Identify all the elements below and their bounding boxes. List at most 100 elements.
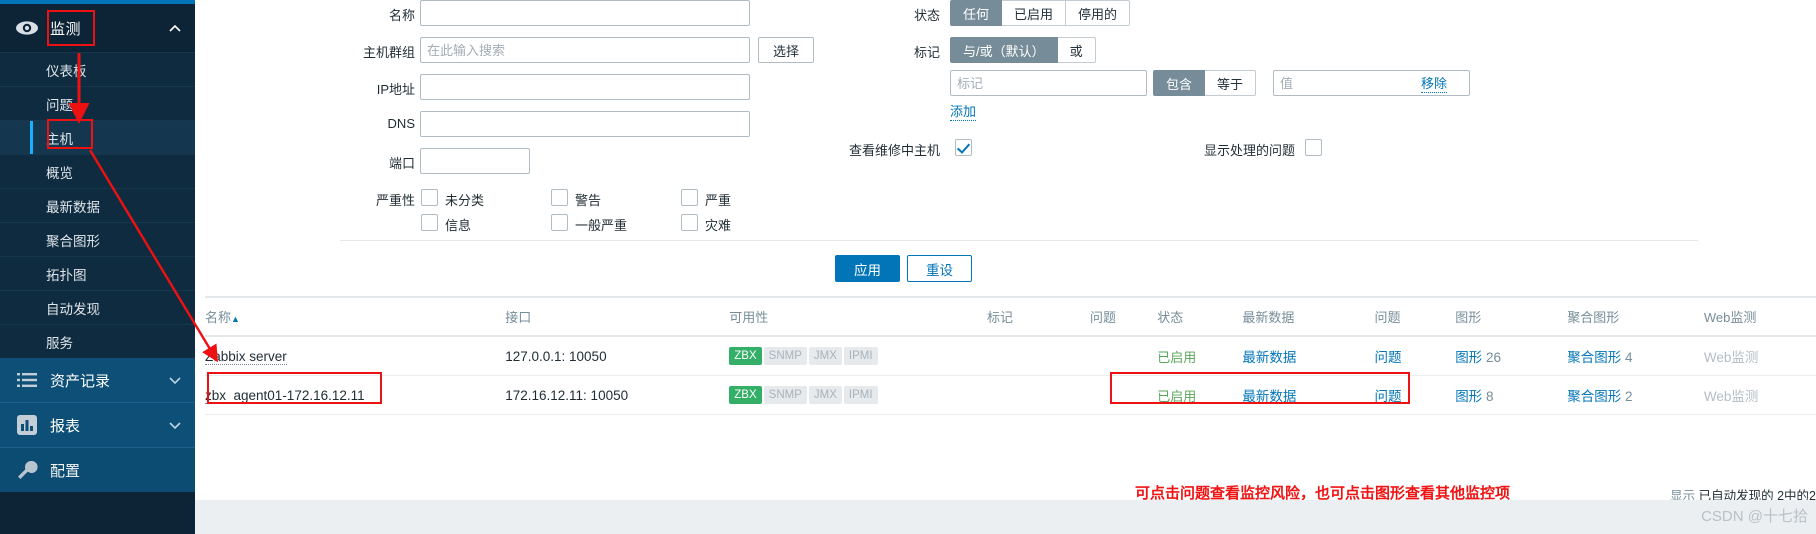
apply-button[interactable]: 应用 <box>835 255 900 282</box>
status-option-enabled[interactable]: 已启用 <box>1002 0 1067 26</box>
col-header-interface[interactable]: 接口 <box>505 296 730 337</box>
screens-link[interactable]: 聚合图形 <box>1567 389 1621 404</box>
col-header-latest-data: 最新数据 <box>1242 296 1375 337</box>
avail-tag-zbx: ZBX <box>729 347 762 365</box>
host-status: 已启用 <box>1157 388 1197 404</box>
graphs-count: 26 <box>1485 350 1501 365</box>
footer-bar <box>195 500 1816 534</box>
reset-button[interactable]: 重设 <box>907 255 972 282</box>
severity-checkbox-not-classified[interactable] <box>421 189 438 206</box>
sidebar-item-problems[interactable]: 问题 <box>0 86 195 120</box>
host-interface: 127.0.0.1: 10050 <box>505 336 730 376</box>
sidebar-item-label: 聚合图形 <box>46 233 100 249</box>
chevron-up-icon[interactable] <box>169 21 181 36</box>
problems-link[interactable]: 问题 <box>1375 389 1402 404</box>
sidebar-section-config-label: 配置 <box>50 462 81 480</box>
sidebar-item-screens[interactable]: 聚合图形 <box>0 222 195 256</box>
chevron-down-icon[interactable] <box>169 373 181 388</box>
dns-input[interactable] <box>420 111 750 137</box>
list-icon <box>14 367 40 393</box>
tags-mode-option-or[interactable]: 或 <box>1057 37 1096 63</box>
latest-data-link[interactable]: 最新数据 <box>1242 350 1296 365</box>
graphs-link[interactable]: 图形 <box>1455 389 1482 404</box>
tag-operator-option-equals[interactable]: 等于 <box>1205 70 1257 96</box>
tags-mode-radio-group[interactable]: 与/或（默认） 或 <box>950 37 1096 63</box>
port-input[interactable] <box>420 148 530 174</box>
col-header-problems: 问题 <box>1090 296 1158 337</box>
sidebar-item-services[interactable]: 服务 <box>0 324 195 358</box>
sidebar-item-label: 主机 <box>46 131 73 147</box>
graphs-link[interactable]: 图形 <box>1455 350 1482 365</box>
show-maintenance-checkbox[interactable] <box>955 139 972 156</box>
main-content: 名称 主机群组 选择 IP地址 DNS 端口 严重性 未分类 警告 严重 信息 … <box>195 0 1816 534</box>
col-header-name[interactable]: 名称▲ <box>205 296 506 337</box>
sidebar-section-reports[interactable]: 报表 <box>0 403 195 447</box>
col-header-web: Web监测 <box>1703 296 1816 337</box>
sidebar-item-label: 最新数据 <box>46 199 100 215</box>
severity-label-high: 严重 <box>705 193 732 208</box>
sidebar-item-label: 自动发现 <box>46 301 100 317</box>
tags-mode-option-andor[interactable]: 与/或（默认） <box>950 37 1058 63</box>
ip-input[interactable] <box>420 74 750 100</box>
name-input[interactable] <box>420 0 750 26</box>
watermark: CSDN @十七拾 <box>1701 508 1808 525</box>
avail-tag-jmx: JMX <box>808 386 842 404</box>
status-option-disabled[interactable]: 停用的 <box>1066 0 1131 26</box>
latest-data-link[interactable]: 最新数据 <box>1242 389 1296 404</box>
col-header-graphs: 图形 <box>1455 296 1568 337</box>
host-problems <box>1090 375 1158 415</box>
severity-label-not-classified: 未分类 <box>445 193 485 208</box>
tag-operator-option-contains[interactable]: 包含 <box>1153 70 1206 96</box>
col-header-problems-2: 问题 <box>1374 296 1456 337</box>
tags-label: 标记 <box>913 45 940 60</box>
show-suppressed-checkbox[interactable] <box>1305 139 1322 156</box>
col-header-status[interactable]: 状态 <box>1157 296 1243 337</box>
screens-link[interactable]: 聚合图形 <box>1567 350 1621 365</box>
sidebar-item-discovery[interactable]: 自动发现 <box>0 290 195 324</box>
wrench-icon <box>14 457 40 483</box>
tag-name-input[interactable] <box>950 70 1147 96</box>
remove-tag-link[interactable]: 移除 <box>1421 73 1448 93</box>
show-maintenance-label: 查看维修中主机 <box>848 143 940 158</box>
col-header-name-label: 名称 <box>205 310 232 325</box>
host-problems <box>1090 336 1158 376</box>
sidebar-item-label: 服务 <box>46 335 73 351</box>
sidebar-section-config[interactable]: 配置 <box>0 448 195 492</box>
table-row: Zabbix server 127.0.0.1: 10050 ZBX SNMP … <box>205 336 1816 376</box>
sidebar-item-label: 问题 <box>46 97 73 113</box>
chevron-down-icon[interactable] <box>169 418 181 433</box>
severity-checkbox-disaster[interactable] <box>681 214 698 231</box>
sidebar-section-inventory[interactable]: 资产记录 <box>0 358 195 402</box>
sidebar-item-maps[interactable]: 拓扑图 <box>0 256 195 290</box>
sidebar-item-hosts[interactable]: 主机 <box>0 120 195 154</box>
sidebar-item-dashboard[interactable]: 仪表板 <box>0 52 195 86</box>
host-group-input[interactable] <box>420 37 750 63</box>
hosts-table-wrapper: 名称▲ 接口 可用性 标记 问题 状态 最新数据 问题 图形 聚合图形 Web监… <box>205 296 1816 415</box>
host-name-link[interactable]: Zabbix server <box>205 348 287 365</box>
severity-checkbox-high[interactable] <box>681 189 698 206</box>
col-header-screens: 聚合图形 <box>1567 296 1704 337</box>
avail-tag-ipmi: IPMI <box>843 347 878 365</box>
hosts-table: 名称▲ 接口 可用性 标记 问题 状态 最新数据 问题 图形 聚合图形 Web监… <box>205 296 1816 415</box>
sidebar-item-latest-data[interactable]: 最新数据 <box>0 188 195 222</box>
sidebar-submenu: 仪表板 问题 主机 概览 最新数据 聚合图形 拓扑图 自动发现 服务 <box>0 52 195 358</box>
host-status: 已启用 <box>1157 349 1197 365</box>
avail-tag-zbx: ZBX <box>729 386 762 404</box>
problems-link[interactable]: 问题 <box>1375 350 1402 365</box>
tag-operator-radio-group[interactable]: 包含 等于 <box>1153 70 1257 96</box>
add-tag-link[interactable]: 添加 <box>950 101 977 121</box>
web-link: Web监测 <box>1703 389 1759 404</box>
host-name-link[interactable]: zbx_agent01-172.16.12.11 <box>205 387 365 404</box>
severity-checkbox-information[interactable] <box>421 214 438 231</box>
host-tags <box>986 336 1090 376</box>
avail-tag-jmx: JMX <box>808 347 842 365</box>
severity-checkbox-warning[interactable] <box>551 189 568 206</box>
severity-checkbox-average[interactable] <box>551 214 568 231</box>
sidebar-section-reports-label: 报表 <box>50 417 81 435</box>
sidebar-section-monitoring[interactable]: 监测 <box>0 4 195 52</box>
host-interface: 172.16.12.11: 10050 <box>505 375 730 415</box>
status-radio-group[interactable]: 任何 已启用 停用的 <box>950 0 1131 26</box>
sidebar-item-overview[interactable]: 概览 <box>0 154 195 188</box>
severity-label-disaster: 灾难 <box>705 218 732 233</box>
status-option-any[interactable]: 任何 <box>950 0 1003 26</box>
